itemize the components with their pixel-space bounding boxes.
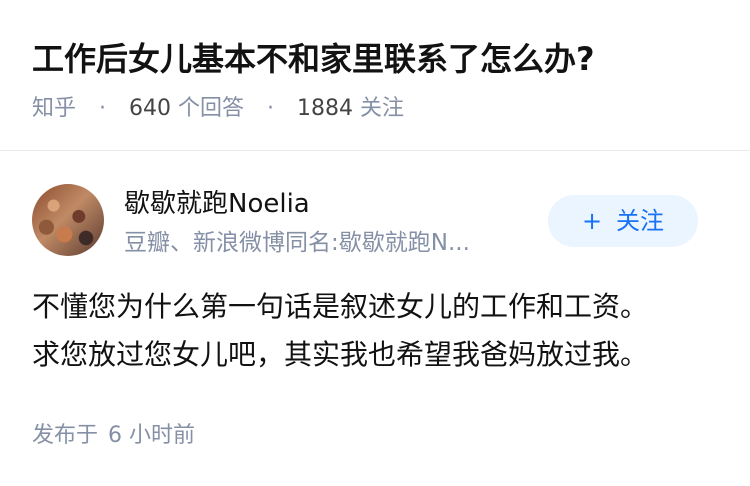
publish-time: 发布于 6 小时前 — [32, 421, 195, 451]
answer-paragraph: 求您放过您女儿吧，其实我也希望我爸妈放过我。 — [32, 338, 649, 371]
zhihu-answer-page: 工作后女儿基本不和家里联系了怎么办? 知乎 · 640 个回答 · 1884 关… — [0, 0, 750, 486]
source-label[interactable]: 知乎 — [32, 96, 76, 121]
publish-time-value: 6 小时前 — [108, 423, 196, 448]
answer-content[interactable]: 不懂您为什么第一句话是叙述女儿的工作和工资。 求您放过您女儿吧，其实我也希望我爸… — [32, 283, 722, 379]
plus-icon: + — [581, 207, 603, 235]
follow-button[interactable]: + 关注 — [548, 195, 698, 247]
answers-count: 640 — [129, 96, 172, 121]
author-bio: 豆瓣、新浪微博同名:歇歇就跑N... — [124, 230, 470, 256]
question-meta: 知乎 · 640 个回答 · 1884 关注 — [32, 94, 404, 124]
author-name[interactable]: 歇歇就跑Noelia — [124, 187, 310, 221]
publish-label: 发布于 — [32, 423, 99, 448]
avatar[interactable] — [32, 184, 104, 256]
followers-label: 关注 — [360, 96, 405, 121]
follow-button-label: 关注 — [616, 207, 665, 235]
question-header: 工作后女儿基本不和家里联系了怎么办? 知乎 · 640 个回答 · 1884 关… — [0, 0, 750, 151]
meta-separator: · — [267, 96, 275, 121]
answer-card: 歇歇就跑Noelia 豆瓣、新浪微博同名:歇歇就跑N... + 关注 不懂您为什么… — [0, 151, 750, 486]
followers-count: 1884 — [297, 96, 354, 121]
question-title[interactable]: 工作后女儿基本不和家里联系了怎么办? — [32, 38, 595, 80]
answer-paragraph: 不懂您为什么第一句话是叙述女儿的工作和工资。 — [32, 290, 649, 323]
answers-label: 个回答 — [178, 96, 245, 121]
meta-separator: · — [99, 96, 107, 121]
